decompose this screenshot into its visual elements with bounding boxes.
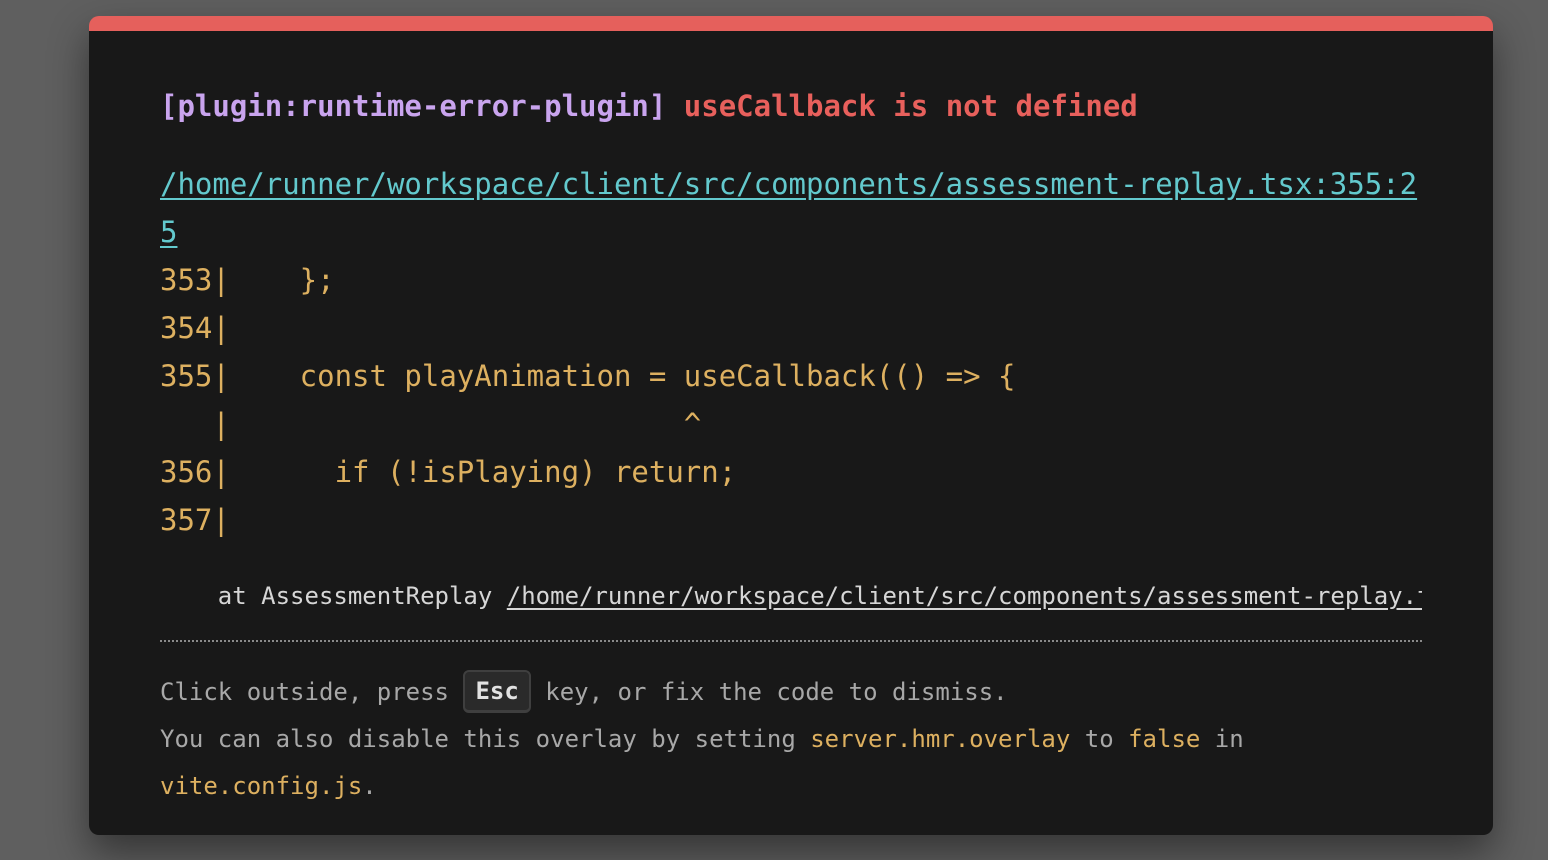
error-file-link[interactable]: /home/runner/workspace/client/src/compon… bbox=[160, 160, 1422, 256]
stack-trace: at AssessmentReplay /home/runner/workspa… bbox=[160, 576, 1422, 616]
code-frame: 353| }; 354| 355| const playAnimation = … bbox=[160, 263, 1016, 537]
error-text: useCallback is not defined bbox=[683, 89, 1138, 123]
config-file: vite.config.js bbox=[160, 772, 363, 800]
tip-text: . bbox=[362, 772, 377, 800]
config-value: false bbox=[1128, 725, 1201, 753]
error-overlay-window: [plugin:runtime-error-plugin] useCallbac… bbox=[89, 16, 1493, 835]
stack-prefix: at AssessmentReplay bbox=[160, 582, 507, 610]
tip-line-3: vite.config.js. bbox=[160, 763, 1422, 810]
tip-text: in bbox=[1200, 725, 1244, 753]
tip-text: key, or fix the code to dismiss. bbox=[530, 678, 1008, 706]
stack-file-link[interactable]: /home/runner/workspace/client/src/compon… bbox=[507, 582, 1422, 610]
tip-line-1: Click outside, press Esc key, or fix the… bbox=[160, 669, 1422, 716]
divider bbox=[160, 640, 1422, 642]
tip-text: Click outside, press bbox=[160, 678, 464, 706]
tip-line-2: You can also disable this overlay by set… bbox=[160, 716, 1422, 763]
error-message: [plugin:runtime-error-plugin] useCallbac… bbox=[160, 86, 1138, 126]
plugin-name: [plugin:runtime-error-plugin] bbox=[160, 89, 667, 123]
esc-key: Esc bbox=[463, 669, 531, 713]
config-key: server.hmr.overlay bbox=[810, 725, 1071, 753]
dismiss-tip: Click outside, press Esc key, or fix the… bbox=[160, 669, 1422, 810]
tip-text: You can also disable this overlay by set… bbox=[160, 725, 811, 753]
tip-text: to bbox=[1070, 725, 1129, 753]
